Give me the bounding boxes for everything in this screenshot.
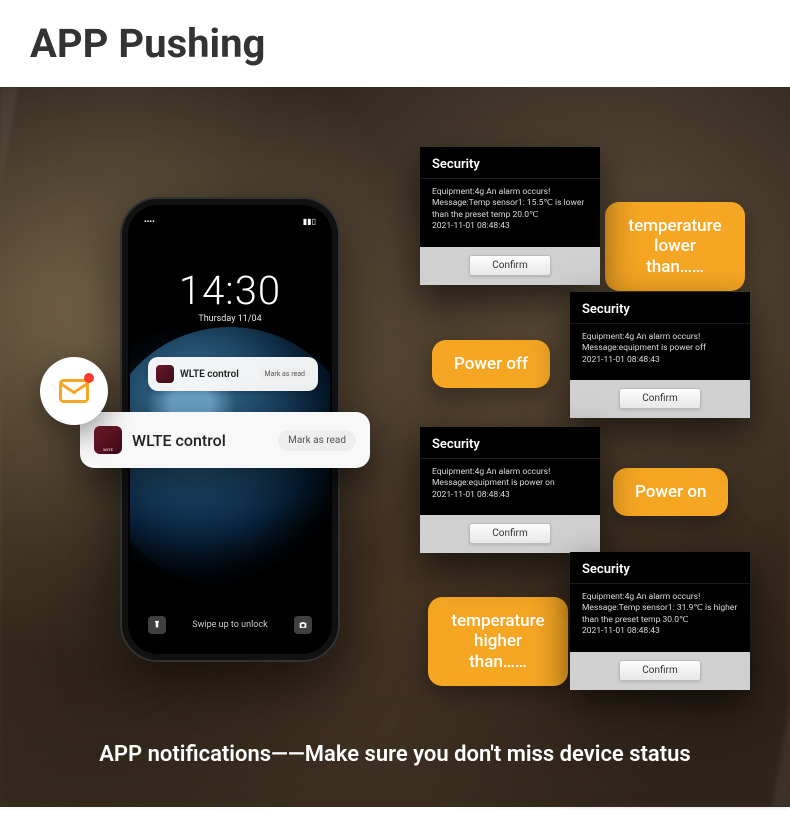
notification-app-name: WLTE control <box>132 431 268 450</box>
app-icon <box>156 365 174 383</box>
notification-large[interactable]: WLTE control Mark as read <box>80 412 370 468</box>
notification-app-name: WLTE control <box>180 369 253 380</box>
mail-badge <box>40 357 108 425</box>
dialog-body: Equipment:4g An alarm occurs! Message:Te… <box>420 179 600 247</box>
hero-panel: •••• ▮▮▯ 14:30 Thursday 11/04 WLTE contr… <box>0 87 790 807</box>
dialog-title: Security <box>420 427 600 459</box>
security-dialog-temp-high: Security Equipment:4g An alarm occurs! M… <box>570 552 750 690</box>
mark-read-button[interactable]: Mark as read <box>278 430 356 451</box>
clock-time: 14:30 <box>130 267 330 314</box>
dialog-title: Security <box>570 552 750 584</box>
flashlight-icon[interactable] <box>148 616 166 634</box>
signal-icon: •••• <box>144 217 155 226</box>
security-dialog-temp-low: Security Equipment:4g An alarm occurs! M… <box>420 147 600 285</box>
unread-dot-icon <box>84 373 94 383</box>
camera-icon[interactable] <box>294 616 312 634</box>
lock-clock: 14:30 Thursday 11/04 <box>130 267 330 324</box>
tag-temp-low: temperature lower than…… <box>605 202 745 291</box>
phone-notch <box>185 207 275 225</box>
page-title: APP Pushing <box>0 0 790 87</box>
dialog-title: Security <box>570 292 750 324</box>
notification-small[interactable]: WLTE control Mark as read <box>148 357 318 391</box>
confirm-button[interactable]: Confirm <box>469 523 550 544</box>
security-dialog-power-off: Security Equipment:4g An alarm occurs! M… <box>570 292 750 418</box>
swipe-hint-row: Swipe up to unlock <box>130 616 330 634</box>
app-icon <box>94 426 122 454</box>
tag-temp-high: temperature higher than…… <box>428 597 568 686</box>
dialog-body: Equipment:4g An alarm occurs! Message:eq… <box>570 324 750 380</box>
dialog-body: Equipment:4g An alarm occurs! Message:eq… <box>420 459 600 515</box>
mark-read-button[interactable]: Mark as read <box>259 368 310 380</box>
tag-power-on: Power on <box>613 468 728 516</box>
confirm-button[interactable]: Confirm <box>619 388 700 409</box>
tag-power-off: Power off <box>432 340 550 388</box>
security-dialog-power-on: Security Equipment:4g An alarm occurs! M… <box>420 427 600 553</box>
dialog-body: Equipment:4g An alarm occurs! Message:Te… <box>570 584 750 652</box>
dialog-title: Security <box>420 147 600 179</box>
battery-icon: ▮▮▯ <box>303 217 316 226</box>
confirm-button[interactable]: Confirm <box>469 255 550 276</box>
caption: APP notifications——Make sure you don't m… <box>0 742 790 767</box>
swipe-hint: Swipe up to unlock <box>192 620 267 630</box>
clock-date: Thursday 11/04 <box>130 314 330 324</box>
confirm-button[interactable]: Confirm <box>619 660 700 681</box>
